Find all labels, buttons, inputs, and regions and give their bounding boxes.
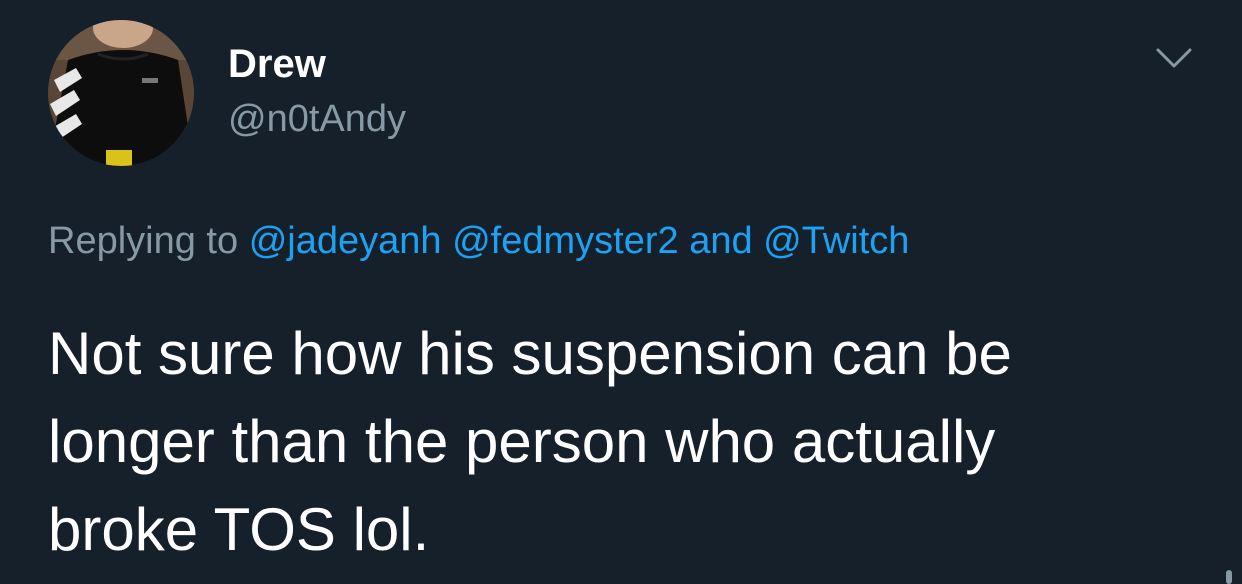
tweet-card: Drew @n0tAndy Replying to @jadeyanh @fed… bbox=[0, 0, 1242, 584]
avatar[interactable] bbox=[48, 20, 194, 166]
chevron-down-icon[interactable] bbox=[1152, 40, 1196, 74]
replying-to-line: Replying to @jadeyanh @fedmyster2 and @T… bbox=[48, 218, 909, 264]
tweet-text: Not sure how his suspension can be longe… bbox=[48, 310, 1198, 574]
replying-to-label: Replying to bbox=[48, 220, 239, 262]
mention-link-fedmyster2[interactable]: @fedmyster2 bbox=[452, 220, 679, 262]
tweet-text-line: Not sure how his suspension can be bbox=[48, 320, 1012, 387]
mention-joiner[interactable]: and bbox=[689, 220, 752, 262]
author-name[interactable]: Drew bbox=[228, 40, 326, 88]
scrollbar[interactable] bbox=[1226, 570, 1232, 584]
mention-link-twitch[interactable]: @Twitch bbox=[763, 220, 909, 262]
mention-link-jadeyanh[interactable]: @jadeyanh bbox=[249, 220, 442, 262]
tweet-text-line: broke TOS lol. bbox=[48, 496, 430, 563]
author-handle[interactable]: @n0tAndy bbox=[228, 96, 406, 142]
avatar-image bbox=[48, 20, 194, 166]
tweet-text-line: longer than the person who actually bbox=[48, 408, 996, 475]
